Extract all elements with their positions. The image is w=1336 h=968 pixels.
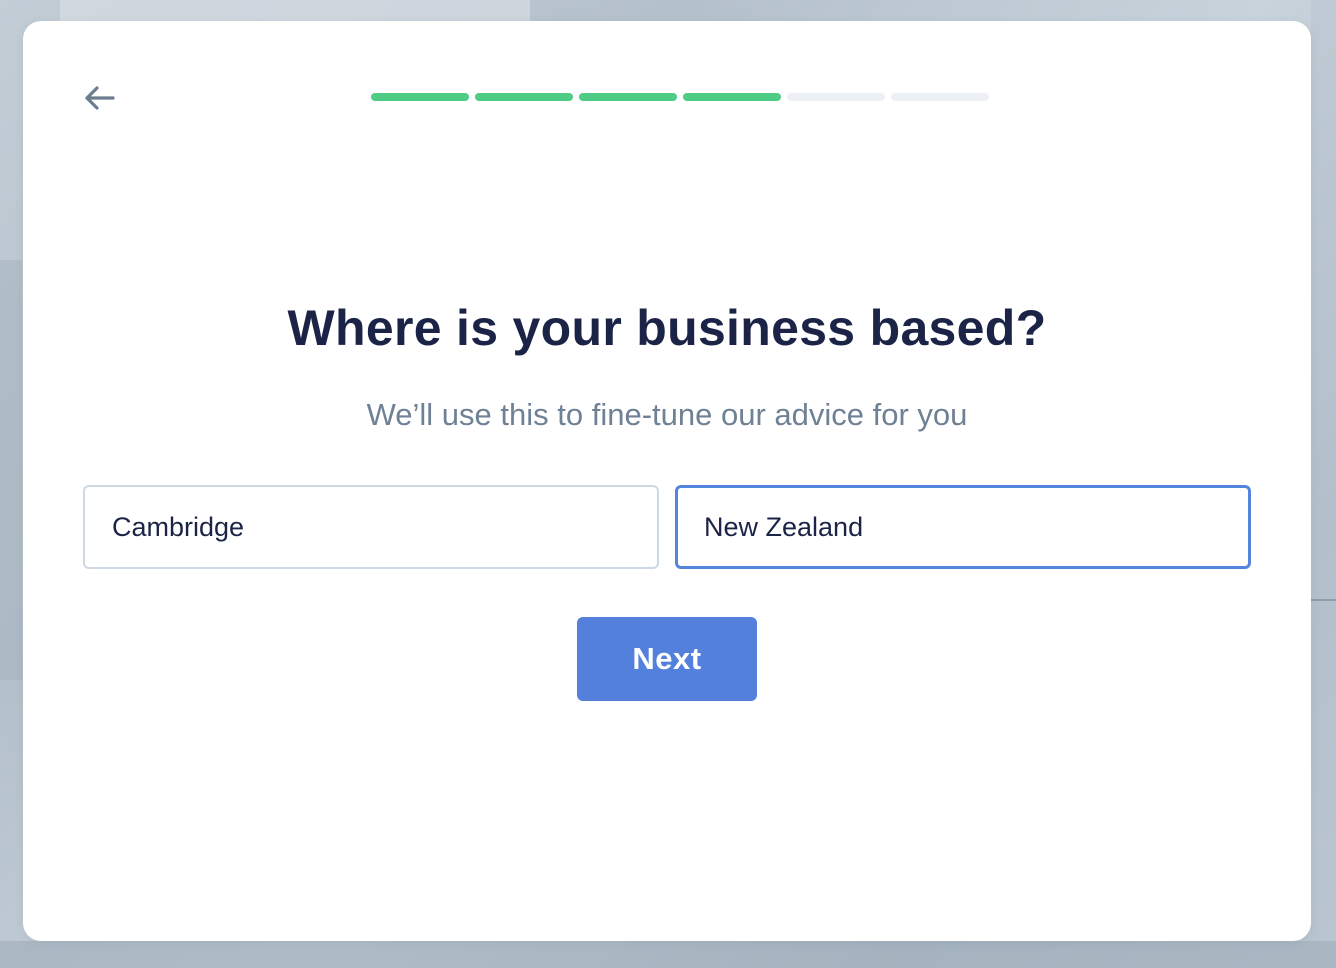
progress-segment-incomplete [891,93,989,101]
progress-segment-complete [371,93,469,101]
progress-segment-complete [579,93,677,101]
progress-segment-complete [475,93,573,101]
next-button[interactable]: Next [577,617,757,701]
arrow-left-icon [85,86,115,110]
progress-bar [371,93,989,101]
progress-segment-incomplete [787,93,885,101]
country-input[interactable] [675,485,1251,569]
page-subtitle: We’ll use this to fine-tune our advice f… [366,397,968,432]
onboarding-card: Where is your business based? We’ll use … [23,21,1311,941]
city-input[interactable] [83,485,659,569]
back-button[interactable] [79,81,119,115]
page-title: Where is your business based? [287,300,1047,356]
progress-segment-complete [683,93,781,101]
